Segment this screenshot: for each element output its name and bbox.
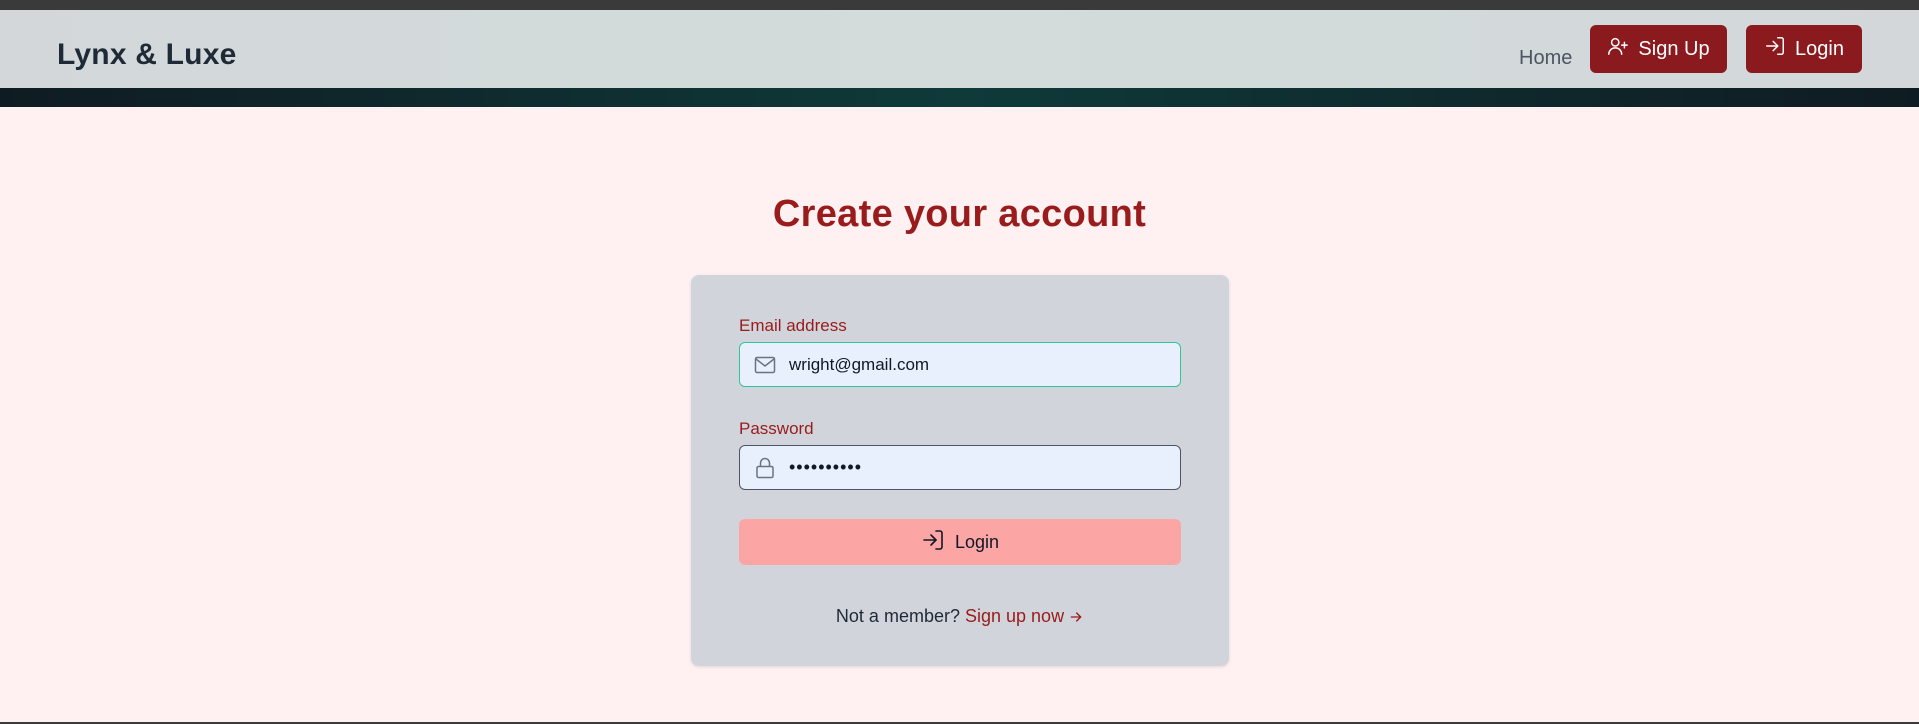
signup-form-card: Email address Password Login — [691, 275, 1229, 666]
password-label: Password — [739, 419, 814, 438]
submit-login-label: Login — [954, 531, 1000, 552]
signup-button-label: Sign Up — [1638, 37, 1710, 60]
password-input[interactable] — [789, 457, 1169, 478]
password-field[interactable] — [739, 445, 1181, 490]
login-icon — [1764, 35, 1786, 63]
arrow-right-icon — [1068, 609, 1084, 630]
nav-home-link[interactable]: Home — [1519, 47, 1572, 70]
window-top-strip — [0, 0, 1919, 10]
login-icon — [921, 528, 945, 557]
signup-prompt-text: Not a member? — [835, 606, 960, 626]
email-label: Email address — [739, 316, 847, 335]
page-title: Create your account — [772, 193, 1147, 235]
email-input[interactable] — [789, 354, 1169, 375]
user-plus-icon — [1607, 35, 1629, 63]
navbar-underband — [0, 88, 1919, 107]
navbar: Lynx & Luxe Home Sign Up Login — [0, 10, 1919, 88]
brand-logo[interactable]: Lynx & Luxe — [57, 38, 236, 72]
signup-prompt: Not a member? Sign up now — [691, 606, 1229, 630]
signup-now-label: Sign up now — [965, 606, 1065, 626]
email-field[interactable] — [739, 342, 1181, 387]
signup-button[interactable]: Sign Up — [1590, 25, 1727, 73]
submit-login-button[interactable]: Login — [739, 519, 1181, 565]
login-button[interactable]: Login — [1746, 25, 1862, 73]
signup-now-link[interactable]: Sign up now — [965, 606, 1084, 626]
login-button-label: Login — [1795, 37, 1844, 60]
lock-icon — [753, 456, 777, 480]
mail-icon — [753, 353, 777, 377]
